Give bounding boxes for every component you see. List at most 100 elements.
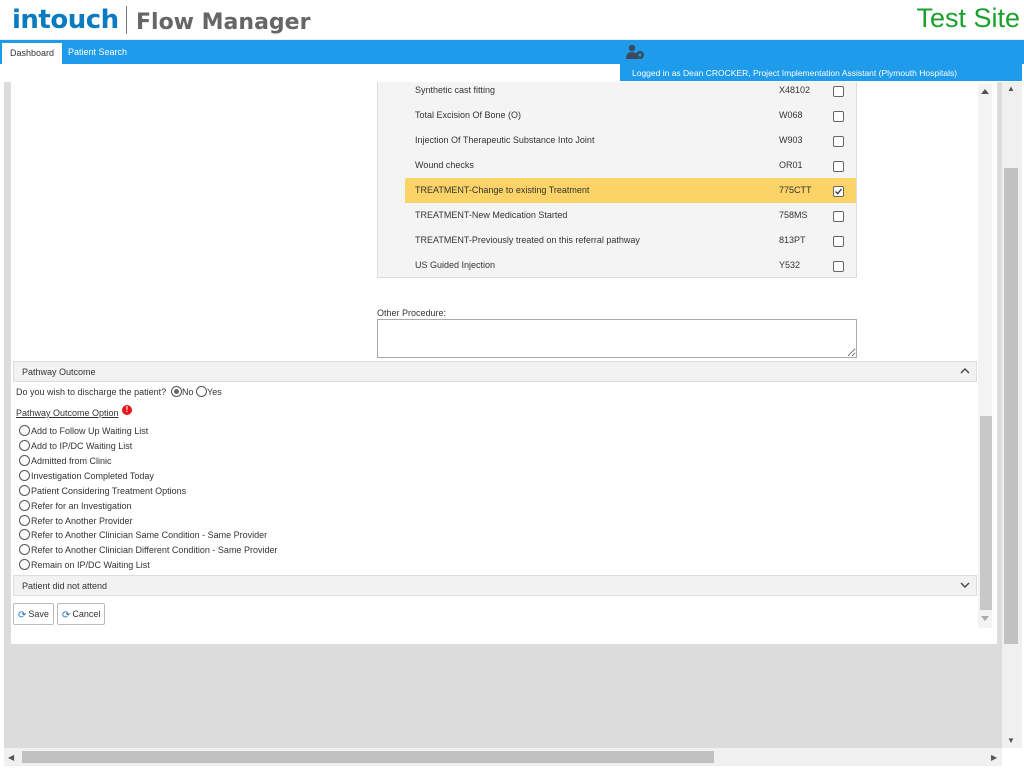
procedure-code: OR01 [779,160,803,170]
discharge-no-label: No [182,387,194,397]
procedure-code: 775CTT [779,185,812,195]
procedure-row[interactable]: Synthetic cast fitting X48102 [405,78,856,103]
outcome-radio[interactable] [19,470,30,481]
procedure-row[interactable]: Wound checks OR01 [405,153,856,178]
discharge-yes-label: Yes [207,387,222,397]
outcome-option[interactable]: Remain on IP/DC Waiting List [19,559,150,570]
scroll-up-icon[interactable]: ▲ [1007,84,1015,93]
outcome-option-label: Patient Considering Treatment Options [31,486,187,496]
procedure-code: W903 [779,135,803,145]
procedure-checkbox[interactable] [833,111,844,122]
procedure-checkbox[interactable] [833,236,844,247]
procedure-name: TREATMENT-Change to existing Treatment [415,185,590,195]
nav-bar: Dashboard Patient Search [0,40,1024,64]
outcome-option-label: Refer to Another Clinician Different Con… [31,545,278,555]
pathway-outcome-header[interactable]: Pathway Outcome [13,361,977,382]
outcome-radio[interactable] [19,544,30,555]
pathway-outcome-option-label: Pathway Outcome Option [16,408,119,418]
procedure-name: Wound checks [415,160,474,170]
procedure-checkbox[interactable] [833,261,844,272]
discharge-options: No Yes [171,386,222,397]
other-procedure-input[interactable] [377,319,857,358]
procedure-row[interactable]: Injection Of Therapeutic Substance Into … [405,128,856,153]
outcome-option[interactable]: Admitted from Clinic [19,455,112,466]
outcome-option[interactable]: Investigation Completed Today [19,470,154,481]
chevron-down-icon[interactable] [960,580,970,590]
horizontal-scroll-thumb[interactable] [22,751,714,763]
outcome-radio[interactable] [19,500,30,511]
procedure-name: Total Excision Of Bone (O) [415,110,522,120]
product-name: Flow Manager [136,10,311,35]
outcome-option[interactable]: Refer to Another Provider [19,515,133,526]
save-button-label: Save [28,609,49,619]
procedure-name: Synthetic cast fitting [415,85,496,95]
pathway-outcome-title: Pathway Outcome [22,367,96,377]
discharge-no-radio[interactable] [171,386,182,397]
site-label: Test Site [916,3,1020,33]
procedure-name: TREATMENT-New Medication Started [415,210,568,220]
inner-scroll-down-icon[interactable] [981,616,989,622]
patient-did-not-attend-header[interactable]: Patient did not attend [13,575,977,596]
cancel-button-label: Cancel [72,609,101,619]
procedure-checkbox[interactable] [833,86,844,97]
save-button[interactable]: ⟳ Save [13,603,54,625]
outcome-option-label: Refer to Another Clinician Same Conditio… [31,530,268,540]
user-settings-icon[interactable] [626,44,646,60]
procedure-row[interactable]: US Guided Injection Y532 [405,253,856,278]
procedure-row[interactable]: TREATMENT-Previously treated on this ref… [405,228,856,253]
procedure-checkbox[interactable] [833,211,844,222]
procedure-row[interactable]: TREATMENT-Change to existing Treatment 77… [405,178,856,203]
refresh-icon: ⟳ [62,610,71,621]
outcome-radio[interactable] [19,529,30,540]
procedure-checkbox[interactable] [833,136,844,147]
outcome-option-label: Add to IP/DC Waiting List [31,441,133,451]
scroll-right-icon[interactable]: ▶ [991,753,997,762]
outcome-option[interactable]: Refer for an Investigation [19,500,132,511]
outcome-radio[interactable] [19,559,30,570]
outcome-radio[interactable] [19,515,30,526]
discharge-question: Do you wish to discharge the patient? [16,387,167,397]
discharge-yes-radio[interactable] [196,386,208,397]
outcome-option-label: Remain on IP/DC Waiting List [31,560,150,570]
outcome-option[interactable]: Refer to Another Clinician Same Conditio… [19,529,267,540]
procedure-code: X48102 [779,85,811,95]
tab-patient-search[interactable]: Patient Search [60,42,135,64]
outcome-radio[interactable] [19,440,30,451]
procedure-code: Y532 [779,260,801,270]
procedure-checkbox[interactable] [833,161,844,172]
procedure-name: TREATMENT-Previously treated on this ref… [415,235,640,245]
cancel-button[interactable]: ⟳ Cancel [57,603,106,625]
outcome-option-label: Investigation Completed Today [31,471,154,481]
tab-dashboard[interactable]: Dashboard [2,43,63,64]
outcome-option[interactable]: Add to IP/DC Waiting List [19,440,132,451]
vertical-scroll-thumb[interactable] [1004,168,1018,644]
inner-scroll-thumb[interactable] [980,416,992,610]
outcome-radio[interactable] [19,455,30,466]
outcome-option[interactable]: Refer to Another Clinician Different Con… [19,544,277,555]
scroll-left-icon[interactable]: ◀ [8,753,14,762]
refresh-icon: ⟳ [18,610,27,621]
procedure-name: Injection Of Therapeutic Substance Into … [415,135,595,145]
procedure-name: US Guided Injection [415,260,496,270]
outcome-option-label: Add to Follow Up Waiting List [31,426,149,436]
outcome-option-label: Admitted from Clinic [31,456,112,466]
procedure-checkbox[interactable] [833,186,844,197]
intouch-logo: intouch [12,5,119,35]
inner-scroll-up-icon[interactable] [981,88,989,94]
outcome-option[interactable]: Patient Considering Treatment Options [19,485,186,496]
procedure-code: 758MS [779,210,808,220]
required-icon: ! [122,405,132,415]
outcome-radio[interactable] [19,425,30,436]
scroll-down-icon[interactable]: ▼ [1007,736,1015,745]
patient-did-not-attend-title: Patient did not attend [22,581,108,591]
logo-divider [126,6,127,34]
chevron-up-icon[interactable] [960,366,970,376]
outcome-radio[interactable] [19,485,30,496]
outcome-option[interactable]: Add to Follow Up Waiting List [19,425,148,436]
procedure-code: W068 [779,110,803,120]
procedure-row[interactable]: TREATMENT-New Medication Started 758MS [405,203,856,228]
procedure-code: 813PT [779,235,806,245]
other-procedure-label: Other Procedure: [377,308,447,318]
outcome-option-label: Refer for an Investigation [31,501,132,511]
procedure-row[interactable]: Total Excision Of Bone (O) W068 [405,103,856,128]
